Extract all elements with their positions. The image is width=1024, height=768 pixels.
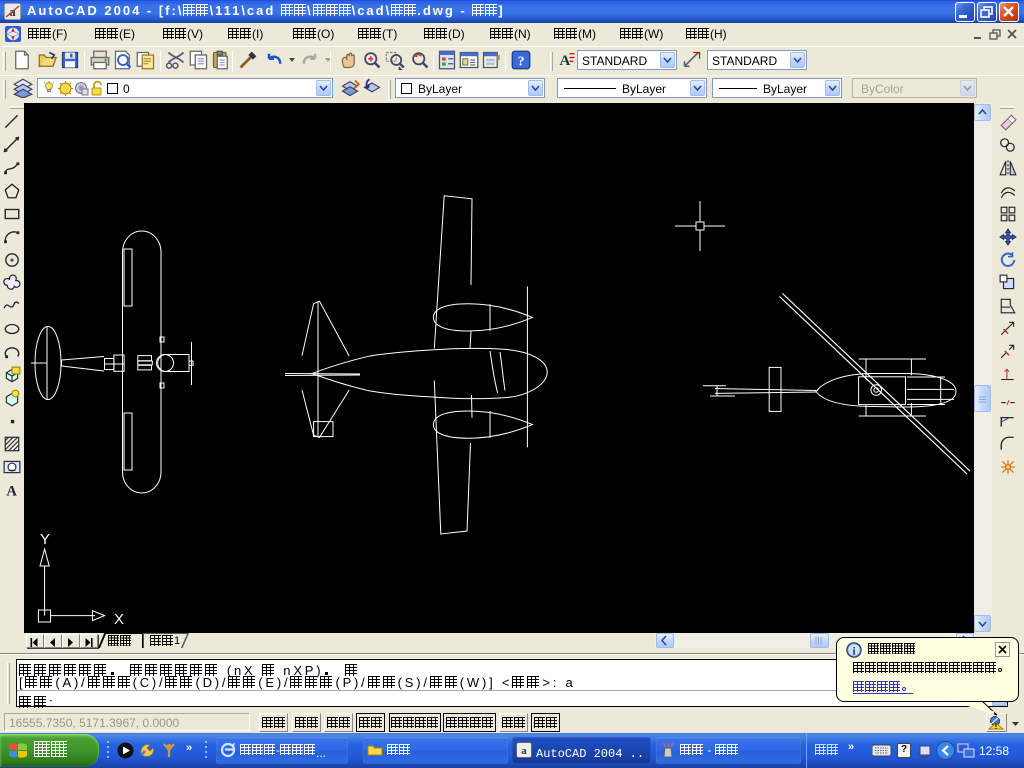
svg-text:Y: Y — [40, 531, 50, 548]
svg-text:X: X — [114, 611, 124, 628]
svg-text:?: ? — [518, 54, 525, 69]
svg-text:i: i — [852, 646, 855, 658]
svg-text:a: a — [521, 745, 527, 757]
svg-text:A: A — [560, 53, 571, 69]
svg-text:!: ! — [995, 722, 998, 731]
svg-text:A: A — [6, 484, 17, 499]
